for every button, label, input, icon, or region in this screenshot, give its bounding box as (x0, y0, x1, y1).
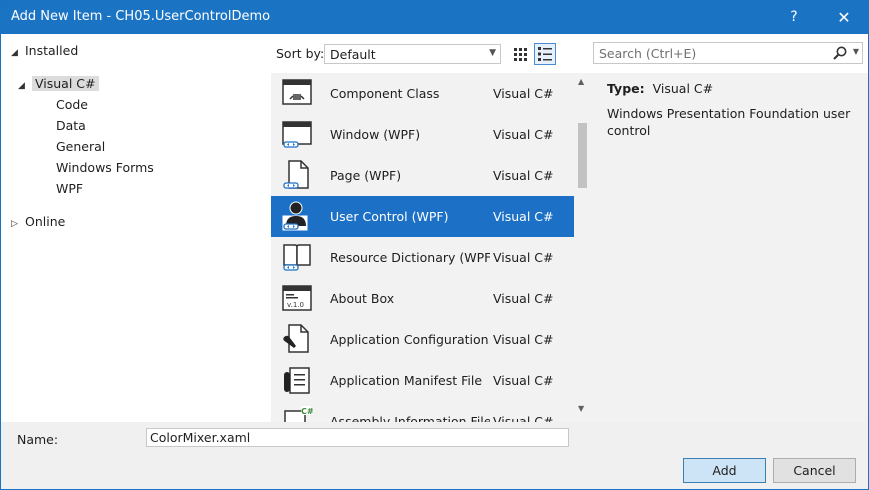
collapse-arrow-icon[interactable]: ◢ (11, 43, 25, 63)
template-item-application-manifest-file[interactable]: Application Manifest File Visual C# (271, 360, 574, 401)
template-details-panel: Type: Visual C# Windows Presentation Foun… (591, 73, 868, 422)
tree-item-label: Visual C# (32, 76, 99, 91)
tree-item-label: Installed (25, 43, 79, 58)
template-list: Component Class Visual C# Window (WPF) V… (271, 73, 574, 422)
template-language: Visual C# (493, 209, 554, 224)
chevron-down-icon: ▼ (489, 48, 496, 58)
dialog-footer: Name: Add Cancel (1, 422, 868, 489)
template-category-tree: ◢ Installed ◢ Visual C# Code Data General … (1, 34, 271, 422)
template-name: Application Manifest File (330, 373, 483, 388)
sort-by-value: Default (330, 47, 376, 62)
scroll-up-arrow-icon[interactable]: ▲ (578, 77, 584, 86)
tree-item-label: Online (25, 214, 66, 229)
name-label: Name: (17, 432, 59, 447)
template-language: Visual C# (493, 291, 554, 306)
tree-item-installed[interactable]: ◢ Installed (11, 41, 78, 61)
configuration-file-icon (283, 324, 309, 353)
template-list-scrollbar[interactable]: ▲ ▼ (574, 73, 591, 422)
template-language: Visual C# (493, 332, 554, 347)
help-button[interactable]: ? (771, 1, 817, 34)
sort-by-dropdown[interactable]: Default ▼ (324, 44, 501, 64)
add-new-item-dialog: Add New Item - CH05.UserControlDemo ? ✕ … (0, 0, 869, 490)
close-button[interactable]: ✕ (821, 1, 867, 34)
template-name: Application Configuration... (330, 332, 490, 347)
svg-text:C#: C# (301, 407, 313, 416)
expand-arrow-icon[interactable]: ▷ (11, 214, 25, 234)
wpf-page-icon (283, 160, 309, 189)
grid-view-icon (514, 48, 527, 61)
item-name-field[interactable] (146, 428, 569, 447)
add-button[interactable]: Add (683, 458, 766, 483)
template-item-resource-dictionary-wpf[interactable]: Resource Dictionary (WPF) Visual C# (271, 237, 574, 278)
wpf-window-icon (282, 121, 312, 148)
small-icons-view-button[interactable] (509, 43, 531, 65)
tree-item-data[interactable]: Data (56, 116, 86, 136)
template-description: Windows Presentation Foundation user con… (607, 106, 851, 138)
sort-by-label: Sort by: (276, 46, 325, 61)
tree-item-code[interactable]: Code (56, 95, 88, 115)
tree-item-wpf[interactable]: WPF (56, 179, 83, 199)
template-item-about-box[interactable]: v.1.0 About Box Visual C# (271, 278, 574, 319)
resource-dictionary-icon (283, 244, 311, 271)
template-name: Page (WPF) (330, 168, 402, 183)
template-name: User Control (WPF) (330, 209, 449, 224)
search-options-dropdown-icon[interactable]: ▼ (853, 47, 859, 56)
template-item-application-configuration[interactable]: Application Configuration... Visual C# (271, 319, 574, 360)
window-title: Add New Item - CH05.UserControlDemo (11, 9, 271, 24)
title-bar: Add New Item - CH05.UserControlDemo ? ✕ (1, 1, 868, 34)
template-language: Visual C# (493, 250, 554, 265)
search-input[interactable]: Search (Ctrl+E) ▼ (593, 42, 863, 64)
template-item-user-control-wpf[interactable]: User Control (WPF) Visual C# (271, 196, 574, 237)
assembly-info-icon: C# (284, 406, 313, 422)
tree-item-windows-forms[interactable]: Windows Forms (56, 158, 154, 178)
tree-item-visual-csharp[interactable]: ◢ Visual C# (18, 74, 99, 94)
template-name: Window (WPF) (330, 127, 421, 142)
template-language: Visual C# (493, 414, 554, 422)
template-language: Visual C# (493, 168, 554, 183)
template-item-window-wpf[interactable]: Window (WPF) Visual C# (271, 114, 574, 155)
template-type: Type: Visual C# (607, 81, 713, 96)
search-icon[interactable] (832, 45, 848, 63)
template-name: Component Class (330, 86, 440, 101)
template-language: Visual C# (493, 86, 554, 101)
template-item-assembly-information-file[interactable]: C# Assembly Information File Visual C# (271, 401, 574, 422)
template-item-component-class[interactable]: Component Class Visual C# (271, 73, 574, 114)
user-control-icon (282, 201, 308, 231)
type-label: Type: (607, 81, 645, 96)
scroll-down-arrow-icon[interactable]: ▼ (578, 404, 584, 413)
list-view-icon (538, 47, 552, 61)
type-value: Visual C# (652, 81, 714, 96)
cancel-button[interactable]: Cancel (773, 458, 856, 483)
template-language: Visual C# (493, 127, 554, 142)
collapse-arrow-icon[interactable]: ◢ (18, 76, 32, 96)
list-view-button[interactable] (534, 43, 556, 65)
tree-item-online[interactable]: ▷ Online (11, 212, 65, 232)
template-item-page-wpf[interactable]: Page (WPF) Visual C# (271, 155, 574, 196)
about-box-icon: v.1.0 (282, 285, 312, 311)
item-name-input[interactable] (147, 429, 568, 446)
tree-item-general[interactable]: General (56, 137, 105, 157)
template-language: Visual C# (493, 373, 554, 388)
search-placeholder: Search (Ctrl+E) (599, 46, 697, 61)
component-class-icon (282, 79, 312, 105)
svg-text:v.1.0: v.1.0 (287, 301, 304, 309)
template-name: Resource Dictionary (WPF) (330, 250, 490, 265)
template-name: Assembly Information File (330, 414, 490, 422)
scrollbar-thumb[interactable] (578, 123, 587, 188)
template-name: About Box (330, 291, 395, 306)
manifest-file-icon (284, 367, 310, 394)
